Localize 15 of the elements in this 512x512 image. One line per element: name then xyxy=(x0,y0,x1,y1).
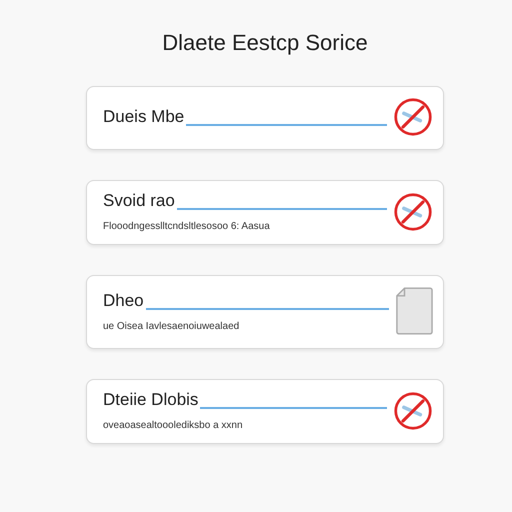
service-description: Flooodngesslltcndsltlesosoo 6: Aasua xyxy=(103,221,271,232)
blocked-icon[interactable] xyxy=(393,97,433,137)
service-description: ue Oisea Iavlesaenoiuwealaed xyxy=(103,320,240,332)
service-card[interactable]: Dueis Mbe xyxy=(86,86,444,150)
page-title: Dlaete Eestcp Sorice xyxy=(161,30,369,56)
service-description: oveaoasealtooolediksbo a xxnn xyxy=(103,420,244,431)
service-card[interactable]: Svoid rao Flooodngesslltcndsltlesosoo 6: Aasua xyxy=(86,180,444,245)
service-name: Svoid rao xyxy=(103,191,175,211)
service-card[interactable]: Dteiie Dlobis oveaoasealtooolediksbo a xxnn xyxy=(86,379,444,444)
service-card[interactable]: Dheo ue Oisea Iavlesaenoiuwealaed xyxy=(86,275,444,349)
blocked-icon[interactable] xyxy=(393,192,433,232)
blocked-icon[interactable] xyxy=(393,390,433,430)
service-name: Dteiie Dlobis xyxy=(103,390,198,410)
service-name: Dheo xyxy=(103,290,144,310)
service-name: Dueis Mbe xyxy=(103,107,184,127)
